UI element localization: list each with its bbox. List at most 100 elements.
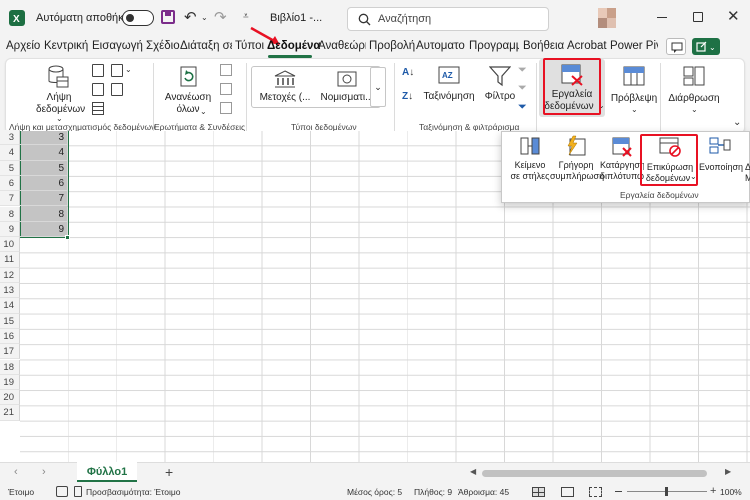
qat-customize-icon[interactable]: ⩡ [243, 11, 249, 22]
flash-fill-button[interactable]: Γρήγορη συμπλήρωση [550, 135, 604, 183]
row-header[interactable]: 8 [0, 206, 20, 222]
row-header[interactable]: 6 [0, 175, 20, 192]
collapse-ribbon-icon[interactable]: ⌄ [733, 117, 741, 128]
save-icon[interactable] [161, 10, 175, 24]
forecast-button[interactable]: Πρόβλεψη ⌄ [611, 63, 657, 117]
macro-record-icon[interactable] [56, 486, 68, 497]
cell[interactable]: 8 [20, 206, 68, 222]
row-header[interactable]: 15 [0, 313, 20, 329]
row-header[interactable]: 3 [0, 130, 20, 146]
text-to-columns-button[interactable]: Κείμενο σε στήλες [508, 135, 552, 183]
tab-data[interactable]: Δεδομένα [267, 40, 320, 52]
queries-connections-icon[interactable] [220, 64, 232, 76]
sort-button[interactable]: AZ Ταξινόμηση [423, 63, 475, 107]
page-break-view-icon[interactable] [589, 487, 602, 497]
close-icon[interactable]: ✕ [727, 7, 740, 25]
sort-descending-button[interactable]: Z↓ [402, 91, 413, 102]
tab-automate[interactable]: Αυτοματο [416, 40, 466, 52]
reapply-filter-icon[interactable]: ⏷ [518, 82, 527, 95]
maximize-icon[interactable] [693, 12, 703, 22]
row-header[interactable]: 10 [0, 237, 20, 253]
search-box[interactable]: Αναζήτηση [347, 7, 549, 31]
tab-developer[interactable]: Προγραμμ [469, 40, 519, 52]
cell[interactable]: 4 [20, 145, 68, 161]
row-header[interactable]: 4 [0, 145, 20, 161]
accessibility-icon[interactable] [74, 486, 82, 497]
row-header[interactable]: 9 [0, 221, 20, 238]
status-count[interactable]: Πλήθος: 9 [414, 487, 452, 497]
comments-button[interactable] [666, 38, 686, 55]
clear-filter-icon[interactable]: ⏷ [518, 64, 527, 77]
undo-icon[interactable]: ↶ [184, 8, 197, 26]
data-types-more-button[interactable]: ⌄ [370, 67, 386, 107]
tab-power-pivot[interactable]: Power Pivo [610, 40, 658, 52]
autosave-toggle[interactable] [122, 10, 154, 26]
cell[interactable]: 3 [20, 130, 68, 146]
sheet-tab-active[interactable]: Φύλλο1 [77, 462, 137, 482]
account-avatar[interactable] [598, 8, 616, 28]
existing-connections-icon[interactable] [111, 83, 123, 96]
row-header[interactable]: 17 [0, 344, 20, 360]
from-table-icon[interactable] [92, 102, 104, 115]
remove-duplicates-button[interactable]: Κατάργηση διπλότυπων [600, 135, 644, 183]
recent-sources-icon[interactable] [111, 64, 123, 77]
row-header[interactable]: 13 [0, 283, 20, 299]
status-accessibility[interactable]: Προσβασιμότητα: Έτοιμο [86, 487, 181, 497]
zoom-slider[interactable] [627, 487, 707, 496]
scroll-right-icon[interactable]: › [42, 466, 46, 478]
row-header[interactable]: 12 [0, 267, 20, 283]
scrollbar-thumb[interactable] [482, 470, 707, 477]
from-web-icon[interactable] [92, 83, 104, 96]
row-header[interactable]: 16 [0, 328, 20, 345]
horizontal-scrollbar[interactable]: ◀ ▶ [470, 467, 735, 479]
scroll-left-icon[interactable]: ‹ [14, 466, 18, 478]
tab-page-layout[interactable]: Διάταξη σε [180, 40, 232, 52]
zoom-level[interactable]: 100% [720, 487, 742, 497]
row-header[interactable]: 19 [0, 374, 20, 391]
normal-view-icon[interactable] [532, 487, 545, 497]
stocks-button[interactable]: Μετοχές (... [256, 69, 314, 107]
tab-acrobat[interactable]: Acrobat [567, 40, 607, 52]
scroll-right-arrow-icon[interactable]: ▶ [725, 467, 731, 476]
row-header[interactable]: 20 [0, 390, 20, 406]
from-text-icon[interactable] [92, 64, 104, 77]
refresh-dropdown-icon[interactable]: ⌄ [200, 107, 207, 116]
cell[interactable]: 6 [20, 175, 68, 192]
tab-file[interactable]: Αρχείο [6, 40, 40, 52]
row-header[interactable]: 5 [0, 160, 20, 176]
share-button[interactable]: ⌄ [692, 38, 720, 55]
properties-icon[interactable] [220, 83, 232, 95]
tab-insert[interactable]: Εισαγωγή [92, 40, 143, 52]
filter-button[interactable]: Φίλτρο [480, 63, 520, 107]
outline-button[interactable]: Διάρθρωση ⌄ [664, 63, 724, 117]
tab-view[interactable]: Προβολή [369, 40, 415, 52]
scroll-left-arrow-icon[interactable]: ◀ [470, 467, 476, 476]
add-sheet-icon[interactable]: + [165, 464, 173, 480]
recent-sources-dropdown-icon[interactable]: ⌄ [125, 65, 132, 74]
tab-review[interactable]: Αναθεώρη [318, 40, 366, 52]
row-header[interactable]: 21 [0, 405, 20, 421]
row-header[interactable]: 11 [0, 252, 20, 268]
row-header[interactable]: 18 [0, 359, 20, 375]
row-header[interactable]: 14 [0, 298, 20, 314]
edit-links-icon[interactable] [220, 102, 232, 114]
fill-handle[interactable] [65, 235, 70, 240]
get-data-button[interactable]: Λήψη δεδομένων [36, 63, 85, 117]
consolidate-button[interactable]: Ενοποίηση [699, 135, 743, 183]
cell[interactable]: 7 [20, 191, 68, 207]
status-sum[interactable]: Άθροισμα: 45 [458, 487, 509, 497]
currencies-button[interactable]: Νομισματι... [317, 69, 377, 107]
redo-icon[interactable]: ↷ [214, 8, 227, 26]
tab-help[interactable]: Βοήθεια [523, 40, 564, 52]
more-tools-label-2[interactable]: Μ [745, 172, 750, 184]
sort-ascending-button[interactable]: A↓ [402, 67, 414, 78]
tab-home[interactable]: Κεντρική [44, 40, 88, 52]
cell[interactable]: 5 [20, 160, 68, 176]
undo-dropdown-icon[interactable]: ⌄ [201, 13, 208, 22]
zoom-slider-thumb[interactable] [665, 487, 668, 496]
tab-formulas[interactable]: Τύποι [235, 40, 264, 52]
tab-draw[interactable]: Σχέδιο [146, 40, 180, 52]
page-layout-view-icon[interactable] [561, 487, 574, 497]
minimize-icon[interactable] [657, 17, 667, 18]
row-header[interactable]: 7 [0, 191, 20, 207]
